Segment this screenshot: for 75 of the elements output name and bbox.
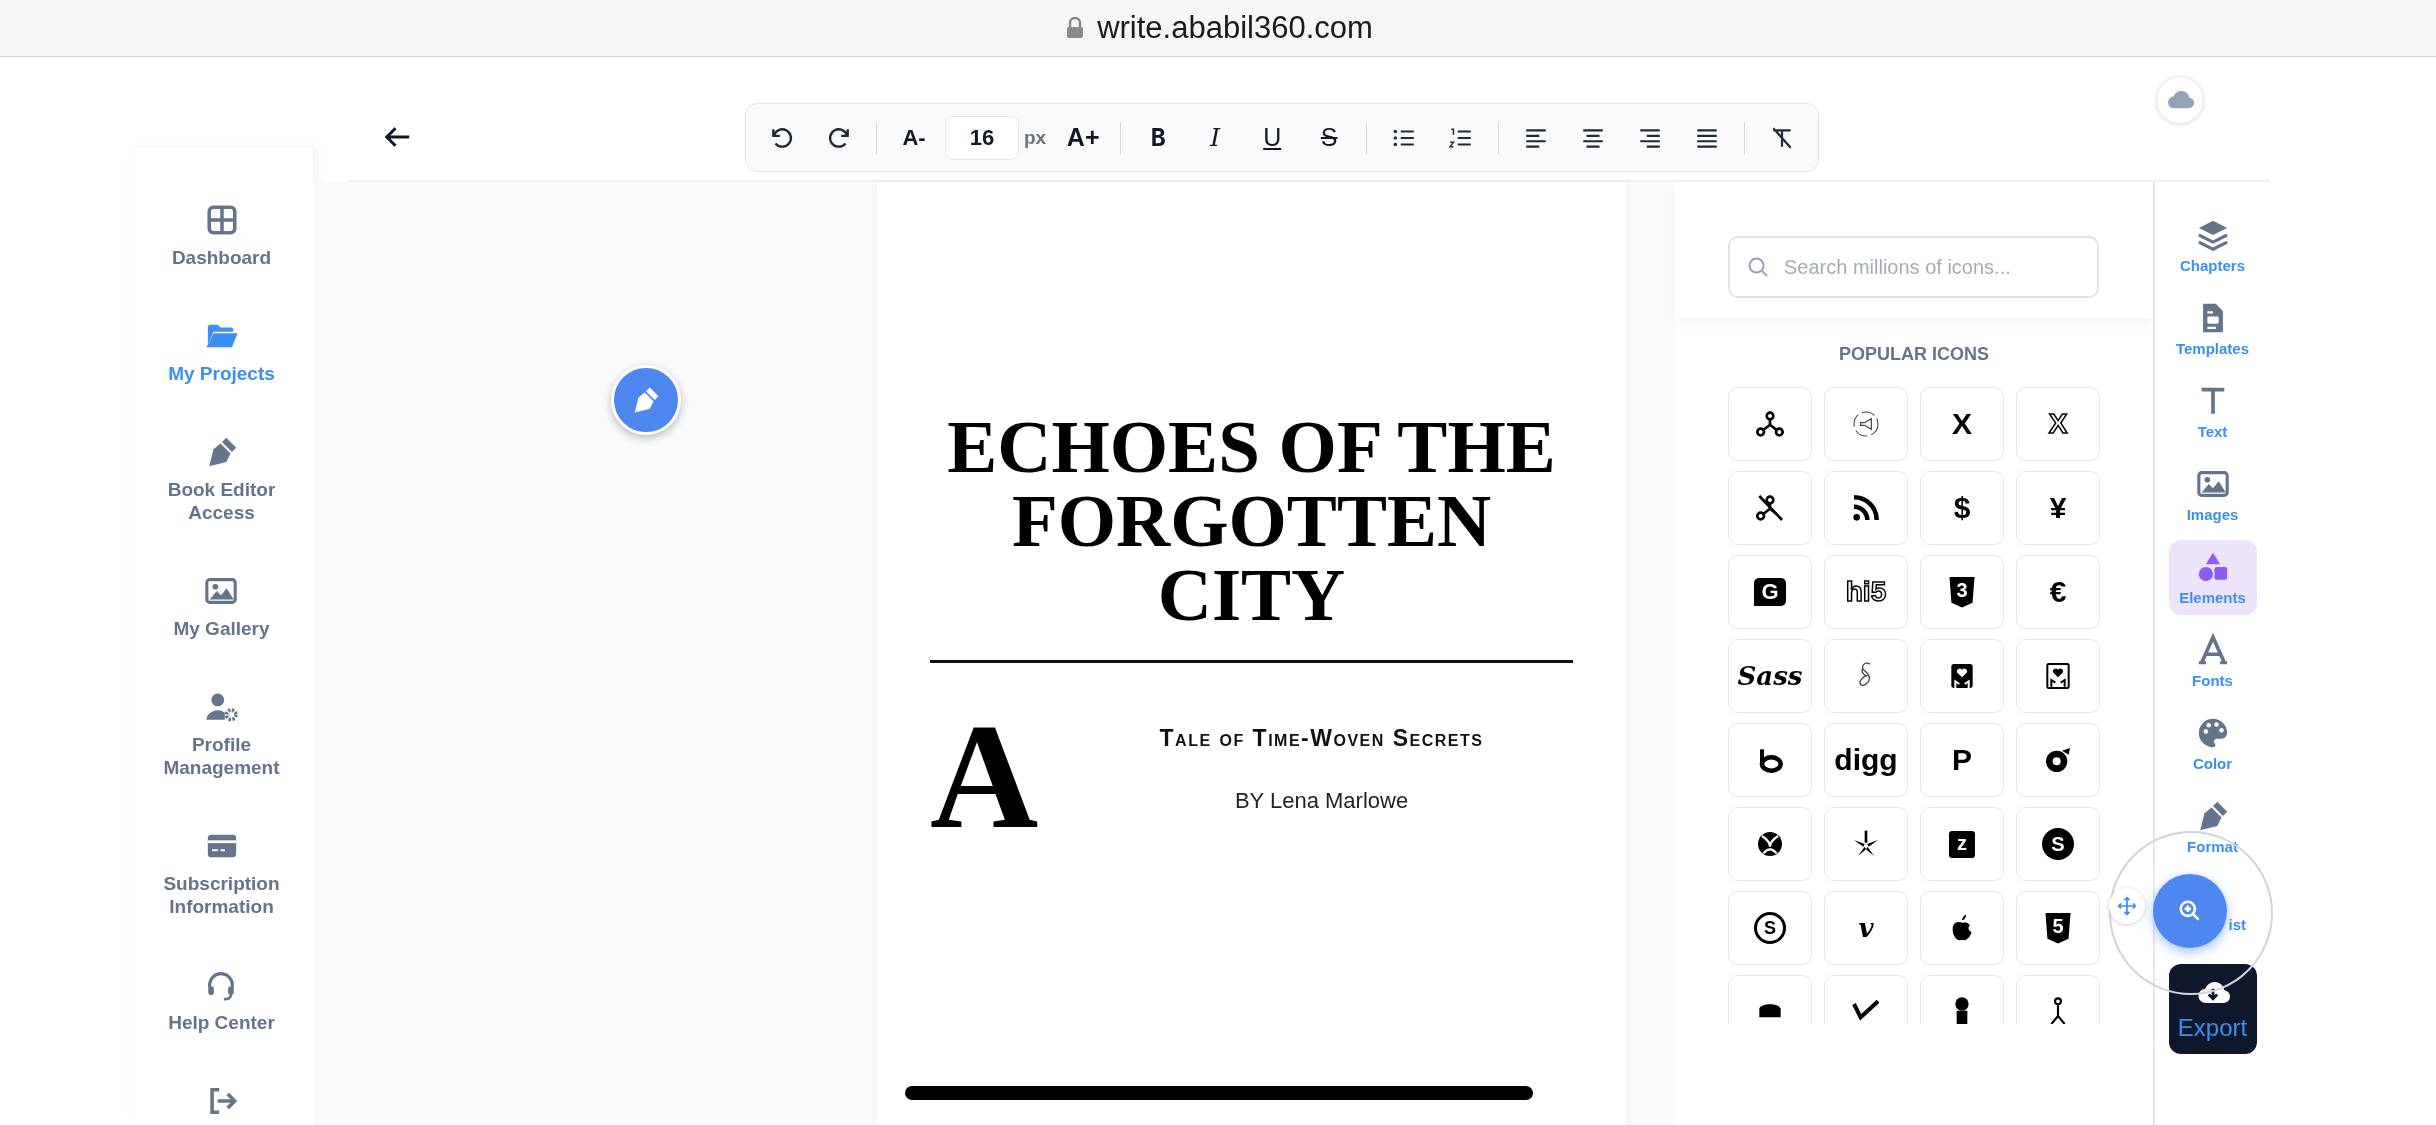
icon-tile[interactable]: hi5 (1824, 555, 1908, 629)
icon-tile[interactable]: X (2016, 387, 2100, 461)
icon-tile[interactable] (1920, 891, 2004, 965)
address-text[interactable]: write.ababil360.com (1097, 10, 1373, 46)
nodes-crossed-icon (1754, 492, 1786, 524)
megaphone-icon (1850, 408, 1882, 440)
icon-tile[interactable] (1728, 723, 1812, 797)
icon-tile[interactable]: z (1920, 807, 2004, 881)
icon-tile[interactable]: S (1728, 891, 1812, 965)
move-icon (2117, 896, 2137, 916)
italic-button[interactable]: I (1195, 117, 1236, 158)
section-heading: POPULAR ICONS (1838, 344, 1990, 365)
icon-tile[interactable] (1728, 807, 1812, 881)
sidebar-item[interactable]: Book Editor Access (141, 435, 302, 524)
unit-label: px (1024, 126, 1047, 149)
icon-glyph: 3 (1949, 576, 1975, 608)
icon-glyph: P (1952, 745, 1972, 775)
icon-glyph: z (1949, 830, 1975, 858)
icon-tile[interactable]: G (1728, 555, 1812, 629)
icon-glyph: hi5 (1845, 578, 1887, 606)
icon-tile[interactable] (1824, 387, 1908, 461)
icon-glyph: $ (1953, 493, 1971, 523)
drop-cap: A (930, 719, 1040, 834)
icon-glyph: X (1952, 409, 1972, 439)
icon-tile[interactable]: X (1920, 387, 2004, 461)
icon-glyph: ¥ (2049, 493, 2067, 523)
book-subtitle: Tale of Time-Woven Secrets (1159, 725, 1484, 752)
strikethrough-button[interactable]: S (1309, 117, 1350, 158)
sidebar-item[interactable]: Dashboard (171, 203, 272, 269)
icon-search-field[interactable]: Search millions of icons... (1728, 236, 2099, 298)
author-byline: BY Lena Marlowe (1234, 788, 1409, 814)
icon-glyph: digg (1834, 745, 1898, 775)
icon-tile[interactable]: v (1824, 891, 1908, 965)
cloud-sync-button[interactable] (2156, 76, 2204, 124)
underline-button[interactable]: U (1252, 117, 1293, 158)
icon-tile[interactable]: 5 (2016, 891, 2100, 965)
icon-tile[interactable]: Sass (1728, 639, 1812, 713)
font-size-field[interactable]: 16 (945, 115, 1019, 160)
sidebar-item[interactable]: My Gallery (173, 574, 270, 640)
icon-glyph: 5 (2045, 912, 2071, 944)
nodes-icon (1754, 408, 1786, 440)
sidebar-item[interactable]: Profile Management (141, 690, 302, 779)
icon-glyph: G (1754, 578, 1786, 606)
scrollbar[interactable] (905, 1086, 1533, 1100)
export-button[interactable]: Export (2168, 964, 2257, 1054)
icon-tile[interactable]: digg (1824, 723, 1908, 797)
icon-tile[interactable] (1728, 471, 1812, 545)
icon-glyph: S (1754, 912, 1786, 944)
icon-glyph: X (2048, 410, 2068, 438)
grid-icon (204, 203, 239, 237)
icon-tile[interactable] (1824, 639, 1908, 713)
sidebar-item[interactable]: Help Center (168, 968, 275, 1034)
icon-tile[interactable]: $ (1920, 471, 2004, 545)
bold-button[interactable]: B (1138, 117, 1179, 158)
icon-tile[interactable]: 3 (1920, 555, 2004, 629)
sidebar-item[interactable]: Subscription Information (141, 829, 302, 918)
icon-tile[interactable] (2016, 723, 2100, 797)
icon-tile[interactable] (1824, 471, 1908, 545)
icon-glyph: € (2049, 577, 2067, 607)
icon-tile[interactable]: P (1920, 723, 2004, 797)
search-icon (1746, 255, 1770, 279)
icon-glyph: v (1858, 915, 1874, 941)
increase-font-size-button[interactable]: A+ (1063, 117, 1104, 158)
icon-tile[interactable] (1920, 639, 2004, 713)
rss-icon (1850, 492, 1882, 524)
icon-tile[interactable]: ¥ (2016, 471, 2100, 545)
icon-tile[interactable]: € (2016, 555, 2100, 629)
icon-tile[interactable] (1728, 387, 1812, 461)
book-title: ECHOES OF THE FORGOTTEN CITY (946, 410, 1557, 632)
icon-tile[interactable]: S (2016, 807, 2100, 881)
decrease-font-size-button[interactable]: A- (894, 117, 934, 158)
icon-glyph: S (2042, 828, 2074, 860)
icon-tile[interactable] (2016, 639, 2100, 713)
icon-glyph: Sass (1737, 663, 1803, 689)
icon-tile[interactable] (1824, 807, 1908, 881)
